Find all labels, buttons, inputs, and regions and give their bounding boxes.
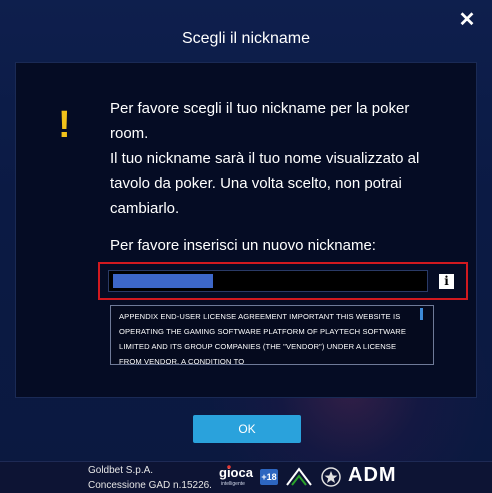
- message-line-2: Il tuo nickname sarà il tuo nome visuali…: [110, 150, 420, 217]
- adm-seal-icon: [286, 467, 312, 486]
- company-info: Goldbet S.p.A. Concessione GAD n.15226.: [88, 463, 212, 493]
- concession-number: Concessione GAD n.15226.: [88, 480, 212, 491]
- message-line-1: Per favore scegli il tuo nickname per la…: [110, 100, 410, 142]
- dialog-message: Per favore scegli il tuo nickname per la…: [110, 96, 450, 221]
- close-icon[interactable]: ✕: [458, 10, 476, 30]
- svg-text:intelligente: intelligente: [221, 481, 245, 487]
- text-selection: [113, 274, 213, 288]
- company-name: Goldbet S.p.A.: [88, 465, 154, 476]
- adm-logo: ADM: [348, 464, 397, 486]
- nickname-dialog: Scegli il nickname ✕ ! Per favore scegli…: [0, 0, 492, 493]
- warning-icon: !: [58, 104, 71, 146]
- svg-text:gioca: gioca: [219, 465, 254, 480]
- gioca-intelligente-logo: gioca intelligente: [219, 465, 254, 487]
- license-text: APPENDIX END-USER LICENSE AGREEMENT IMPO…: [119, 312, 407, 365]
- nickname-prompt: Per favore inserisci un nuovo nickname:: [110, 237, 376, 254]
- license-textbox[interactable]: APPENDIX END-USER LICENSE AGREEMENT IMPO…: [110, 305, 434, 365]
- info-icon[interactable]: i: [439, 274, 454, 289]
- ok-button[interactable]: OK: [193, 415, 301, 443]
- license-scrollbar[interactable]: [420, 308, 423, 320]
- age-18-badge: +18: [260, 469, 278, 485]
- italian-republic-emblem-icon: [321, 467, 341, 487]
- dialog-title: Scegli il nickname: [181, 30, 311, 47]
